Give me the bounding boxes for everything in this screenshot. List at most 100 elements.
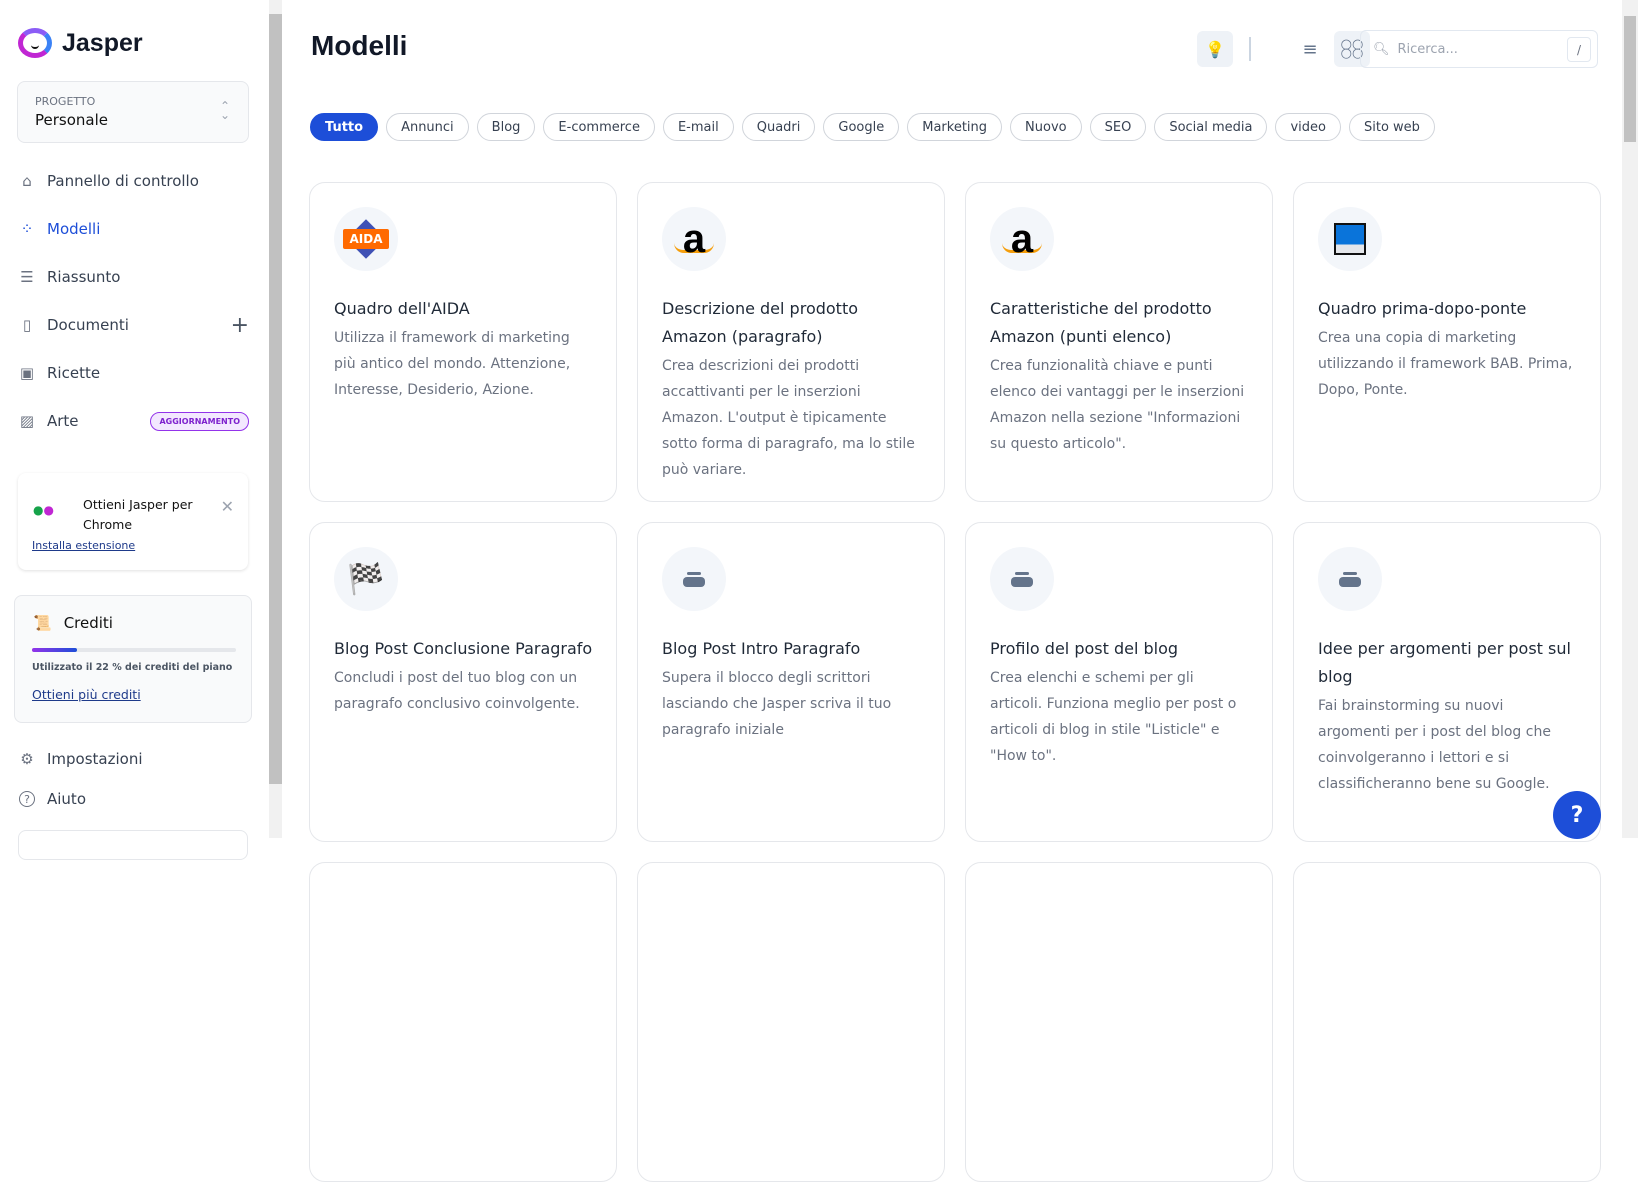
card-description: Supera il blocco degli scrittori lascian… [662, 670, 892, 738]
credits-panel: 📜 Crediti Utilizzato il 22 % dei crediti … [14, 595, 252, 723]
jasper-logo-icon [18, 28, 52, 58]
card-description: Crea elenchi e schemi per gli articoli. … [990, 670, 1237, 764]
gear-icon: ⚙ [20, 750, 34, 768]
search-icon: 🔍︎ [1373, 41, 1390, 57]
card-title: Descrizione del prodotto Amazon (paragra… [662, 299, 859, 346]
sidebar-item-modelli[interactable]: ⁘ Modelli [19, 220, 249, 238]
list-icon: ☰ [20, 268, 34, 286]
user-menu[interactable] [18, 830, 248, 860]
card-description: Fai brainstorming su nuovi argomenti per… [1318, 698, 1551, 792]
aida-icon: AIDA [334, 207, 398, 271]
sidebar-item-help[interactable]: ? Aiuto [19, 790, 249, 808]
sidebar-item-pannello[interactable]: ⌂ Pannello di controllo [19, 172, 249, 190]
help-circle-icon: ? [19, 791, 35, 807]
card-description: Crea funzionalità chiave e punti elenco … [990, 358, 1245, 452]
bridge-icon [1318, 207, 1382, 271]
credits-progress-bar [32, 648, 236, 652]
template-card[interactable]: a Caratteristiche del prodotto Amazon (pu… [965, 182, 1273, 502]
card-title: Blog Post Intro Paragrafo [662, 639, 861, 658]
template-card[interactable]: a Descrizione del prodotto Amazon (paragr… [637, 182, 945, 502]
filter-e-mail[interactable]: E-mail [662, 113, 734, 141]
template-card[interactable]: 🏁 Blog Post Conclusione Paragrafo Concludi… [309, 522, 617, 842]
theme-toggle-button[interactable]: 💡 [1197, 31, 1233, 67]
scroll-icon: 📜 [33, 614, 52, 632]
template-card[interactable]: AIDA Quadro dell'AIDA Utilizza il framewor… [309, 182, 617, 502]
project-value: Personale [35, 111, 108, 129]
card-title: Profilo del post del blog [990, 639, 1179, 658]
list-icon: ≡ [1302, 38, 1318, 60]
promo-text: Ottieni Jasper per Chrome [83, 497, 193, 532]
filter-marketing[interactable]: Marketing [907, 113, 1003, 141]
filter-nuovo[interactable]: Nuovo [1010, 113, 1082, 141]
sidebar-item-ricette[interactable]: ▣ Ricette [19, 364, 249, 382]
sidebar-scrollbar[interactable] [269, 0, 282, 838]
list-view-button[interactable]: ≡ [1292, 31, 1328, 67]
card-title: Caratteristiche del prodotto Amazon (pun… [990, 299, 1212, 346]
filter-blog[interactable]: Blog [476, 113, 536, 141]
template-card[interactable] [965, 862, 1273, 1182]
filter-video[interactable]: video [1275, 113, 1341, 141]
filter-tabs: Tutto Annunci Blog E-commerce E-mail Quadri Go… [310, 113, 1435, 141]
add-document-icon[interactable]: + [231, 313, 249, 338]
credits-title: Crediti [63, 614, 113, 632]
sidebar-item-documenti[interactable]: ▯ Documenti + [19, 313, 249, 338]
checkered-flag-icon: 🏁 [334, 547, 398, 611]
sidebar-item-settings[interactable]: ⚙ Impostazioni [19, 750, 249, 768]
project-selector[interactable]: PROGETTO Personale ⌃ ⌄ [17, 81, 249, 143]
close-icon[interactable]: ✕ [221, 497, 234, 516]
chevron-updown-icon: ⌃ ⌄ [219, 99, 230, 122]
document-icon: ▯ [22, 316, 32, 334]
card-description: Crea descrizioni dei prodotti accattivan… [662, 358, 915, 478]
template-card[interactable]: Blog Post Intro Paragrafo Supera il blocc… [637, 522, 945, 842]
upgrade-badge[interactable]: AGGIORNAMENTO [150, 411, 249, 431]
home-icon: ⌂ [22, 172, 32, 190]
amazon-icon: a [662, 207, 726, 271]
filter-sito-web[interactable]: Sito web [1349, 113, 1435, 141]
filter-seo[interactable]: SEO [1089, 113, 1147, 141]
amazon-icon: a [990, 207, 1054, 271]
template-card[interactable] [1293, 862, 1601, 1182]
get-more-credits-link[interactable]: Ottieni più crediti [32, 687, 141, 702]
card-description: Utilizza il framework di marketing più a… [334, 330, 571, 398]
main-scrollbar[interactable] [1622, 0, 1638, 838]
image-icon: ▨ [19, 412, 35, 430]
sidebar-item-arte[interactable]: ▨ Arte AGGIORNAMENTO [19, 411, 249, 431]
sidebar: Jasper PROGETTO Personale ⌃ ⌄ ⌂ Pannello d… [0, 0, 269, 860]
credits-progress-fill [32, 648, 77, 652]
template-card[interactable]: Idee per argomenti per post sul blog Fai … [1293, 522, 1601, 842]
card-title: Blog Post Conclusione Paragrafo [334, 639, 593, 658]
chrome-jasper-icon: ●● [33, 503, 54, 517]
stack-icon [990, 547, 1054, 611]
filter-e-commerce[interactable]: E-commerce [543, 113, 655, 141]
card-title: Idee per argomenti per post sul blog [1318, 639, 1571, 686]
terminal-icon: ▣ [19, 364, 35, 382]
filter-social-media[interactable]: Social media [1154, 113, 1268, 141]
lightbulb-icon: 💡 [1205, 39, 1225, 59]
help-button[interactable]: ? [1553, 791, 1601, 839]
grid-icon: ⁘ [20, 220, 34, 238]
template-card[interactable] [309, 862, 617, 1182]
chrome-extension-promo: ●● Ottieni Jasper per Chrome ✕ Installa … [18, 473, 248, 570]
jasper-logo[interactable]: Jasper [18, 28, 143, 58]
filter-quadri[interactable]: Quadri [741, 113, 816, 141]
page-title: Modelli [311, 30, 408, 61]
credits-usage-text: Utilizzato il 22 % dei crediti del piano [32, 662, 233, 673]
template-card[interactable]: Profilo del post del blog Crea elenchi e … [965, 522, 1273, 842]
search-input[interactable]: 🔍︎ Ricerca... / [1360, 30, 1598, 68]
filter-tutto[interactable]: Tutto [310, 113, 379, 141]
card-description: Crea una copia di marketing utilizzando … [1318, 330, 1573, 398]
install-extension-link[interactable]: Installa estensione [32, 539, 135, 552]
card-title: Quadro dell'AIDA [334, 299, 470, 318]
filter-google[interactable]: Google [823, 113, 900, 141]
stack-icon [1318, 547, 1382, 611]
template-card[interactable] [637, 862, 945, 1182]
sidebar-item-riassunto[interactable]: ☰ Riassunto [19, 268, 249, 286]
stack-icon [662, 547, 726, 611]
filter-annunci[interactable]: Annunci [386, 113, 469, 141]
card-title: Quadro prima-dopo-ponte [1318, 299, 1527, 318]
card-description: Concludi i post del tuo blog con un para… [334, 670, 580, 712]
template-card[interactable]: Quadro prima-dopo-ponte Crea una copia di… [1293, 182, 1601, 502]
divider [1249, 37, 1251, 61]
project-label: PROGETTO [35, 95, 96, 108]
search-shortcut-key: / [1567, 37, 1591, 62]
